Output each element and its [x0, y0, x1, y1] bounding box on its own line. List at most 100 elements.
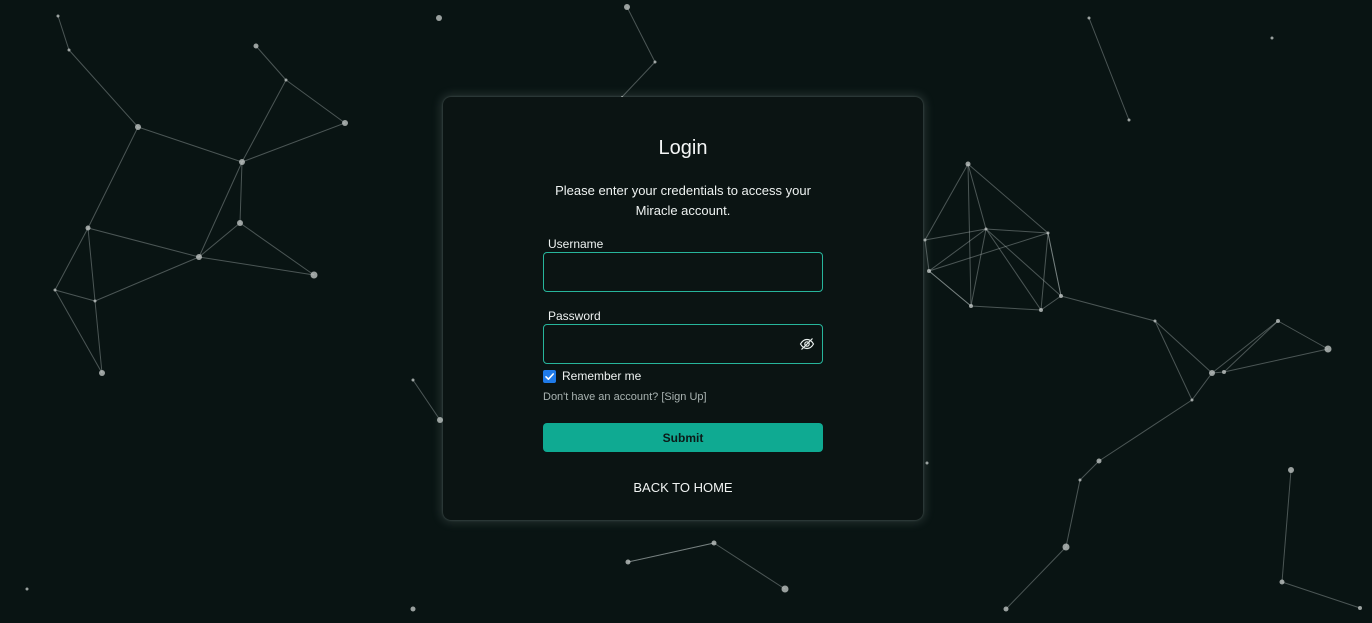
network-link — [1005, 546, 1067, 610]
username-input[interactable] — [543, 252, 823, 292]
network-link — [1040, 232, 1049, 311]
network-node — [1190, 398, 1194, 402]
network-link — [985, 228, 1049, 234]
network-link — [967, 163, 987, 230]
remember-me-checkbox[interactable] — [543, 370, 556, 383]
network-node — [711, 540, 717, 546]
network-node — [1127, 118, 1131, 122]
network-link — [285, 79, 346, 124]
network-link — [970, 228, 987, 307]
network-link — [1191, 372, 1213, 401]
network-link — [1223, 320, 1279, 373]
network-link — [627, 542, 715, 563]
network-link — [1040, 295, 1062, 311]
network-node — [85, 225, 91, 231]
username-label: Username — [548, 237, 604, 251]
network-node — [196, 254, 202, 260]
network-link — [1060, 295, 1156, 322]
network-link — [68, 49, 139, 128]
network-node — [1039, 308, 1043, 312]
network-link — [1154, 320, 1213, 374]
network-link — [1154, 320, 1193, 401]
network-link — [198, 222, 241, 258]
network-node — [1096, 458, 1102, 464]
network-node — [1003, 606, 1009, 612]
network-link — [412, 379, 441, 421]
signup-prompt: Don't have an account? — [543, 391, 659, 403]
network-node — [1276, 319, 1280, 323]
network-link — [1211, 320, 1279, 374]
network-node — [1279, 579, 1285, 585]
network-node — [1153, 319, 1157, 323]
network-link — [1098, 399, 1193, 462]
network-node — [1087, 16, 1091, 20]
network-link — [626, 6, 656, 63]
network-node — [1270, 36, 1274, 40]
network-link — [970, 305, 1042, 311]
network-link — [1277, 320, 1329, 350]
network-link — [241, 79, 287, 163]
network-link — [1281, 469, 1292, 583]
check-icon — [545, 373, 554, 380]
network-node — [99, 370, 105, 376]
network-link — [241, 122, 346, 163]
network-node — [25, 587, 29, 591]
network-node — [1288, 467, 1294, 473]
login-title: Login — [658, 137, 708, 159]
network-node — [436, 15, 442, 21]
network-link — [94, 256, 200, 302]
network-node — [1324, 345, 1332, 353]
back-to-home-link[interactable]: BACK TO HOME — [443, 480, 923, 495]
network-node — [1358, 606, 1362, 610]
network-node — [1059, 294, 1063, 298]
network-node — [411, 378, 415, 382]
network-link — [621, 61, 656, 98]
network-link — [1079, 460, 1100, 481]
network-link — [928, 270, 972, 307]
network-link — [924, 163, 969, 241]
network-node — [135, 124, 141, 130]
network-link — [87, 126, 139, 229]
network-node — [925, 461, 929, 465]
signup-link[interactable]: [Sign Up] — [661, 391, 706, 403]
signup-row: Don't have an account? [Sign Up] — [543, 391, 707, 403]
network-node — [93, 299, 97, 303]
submit-button[interactable]: Submit — [543, 423, 823, 452]
eye-slash-icon[interactable] — [799, 337, 815, 351]
network-node — [67, 48, 71, 52]
network-link — [255, 45, 287, 81]
network-link — [1088, 17, 1130, 121]
network-link — [87, 227, 200, 258]
password-input[interactable] — [543, 324, 823, 364]
network-node — [342, 120, 348, 126]
network-link — [198, 161, 243, 258]
network-link — [924, 228, 987, 241]
network-node — [653, 60, 657, 64]
network-link — [713, 542, 786, 590]
network-node — [237, 220, 243, 226]
network-node — [625, 559, 631, 565]
password-label: Password — [548, 309, 601, 323]
network-node — [624, 4, 630, 10]
network-node — [781, 585, 789, 593]
network-node — [284, 78, 288, 82]
login-card: Login Please enter your credentials to a… — [443, 97, 923, 520]
network-link — [198, 256, 315, 276]
network-node — [1209, 370, 1215, 376]
login-subtitle: Please enter your credentials to access … — [555, 183, 811, 218]
network-link — [239, 222, 315, 276]
network-link — [967, 163, 972, 307]
network-link — [1223, 348, 1329, 373]
network-node — [253, 43, 259, 49]
network-node — [969, 304, 973, 308]
network-link — [928, 232, 1049, 272]
remember-me-label: Remember me — [562, 369, 642, 383]
network-node — [410, 606, 416, 612]
network-link — [967, 163, 1049, 234]
network-node — [56, 14, 60, 18]
network-link — [1281, 581, 1361, 609]
network-link — [137, 126, 243, 163]
network-link — [924, 239, 930, 272]
network-link — [985, 228, 1042, 311]
network-node — [239, 159, 245, 165]
